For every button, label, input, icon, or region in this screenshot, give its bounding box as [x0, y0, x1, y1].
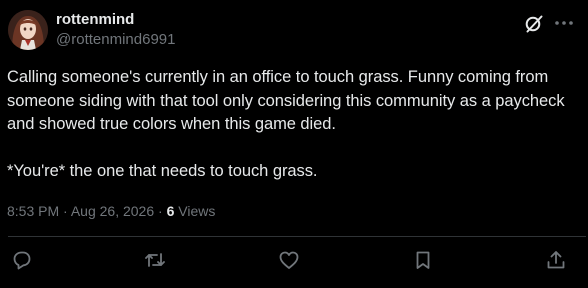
grok-button[interactable] — [522, 11, 546, 35]
avatar-image — [8, 10, 48, 50]
handle[interactable]: @rottenmind6991 — [56, 30, 175, 50]
repost-button[interactable] — [143, 248, 167, 272]
share-button[interactable] — [544, 248, 568, 272]
post-date[interactable]: Aug 26, 2026 — [71, 203, 154, 219]
meta-separator: · — [63, 203, 68, 219]
like-button[interactable] — [277, 248, 301, 272]
post: rottenmind @rottenmind6991 Calling someo… — [0, 0, 588, 288]
grok-icon — [525, 15, 543, 33]
bookmark-button[interactable] — [411, 248, 435, 272]
views-label: Views — [178, 203, 216, 219]
meta-separator: · — [158, 203, 163, 219]
author-info: rottenmind @rottenmind6991 — [56, 11, 175, 50]
bookmark-icon — [416, 251, 430, 269]
divider — [8, 236, 586, 237]
more-icon — [555, 21, 573, 25]
post-text: Calling someone's currently in an office… — [7, 68, 565, 180]
reply-button[interactable] — [10, 248, 34, 272]
share-icon — [547, 251, 565, 269]
repost-icon — [145, 253, 165, 267]
post-metadata: 8:53 PM · Aug 26, 2026 · 6 Views — [7, 202, 215, 220]
post-time[interactable]: 8:53 PM — [7, 203, 59, 219]
reply-icon — [13, 251, 31, 270]
display-name[interactable]: rottenmind — [56, 11, 175, 29]
more-button[interactable] — [550, 11, 578, 35]
avatar[interactable] — [8, 10, 48, 50]
views-count: 6 — [166, 203, 175, 219]
like-icon — [279, 251, 299, 269]
